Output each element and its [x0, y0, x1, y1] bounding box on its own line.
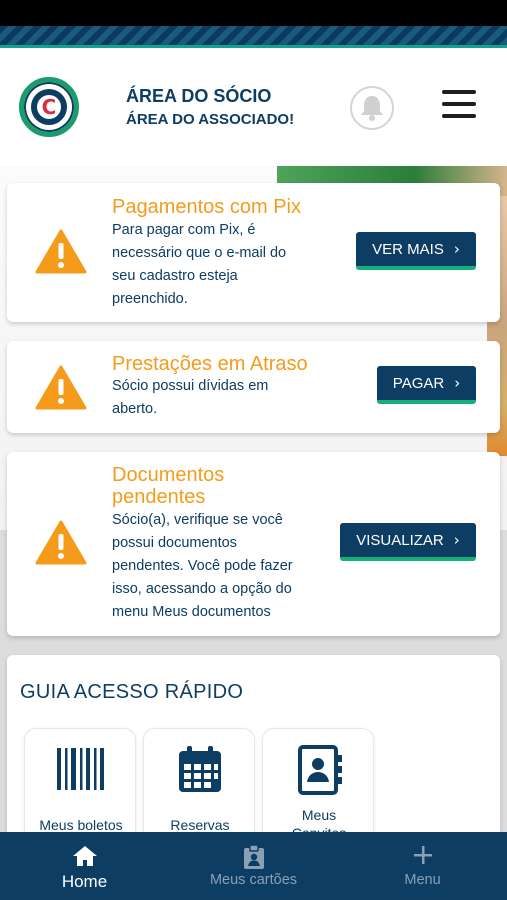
page-subtitle: ÁREA DO ASSOCIADO! — [126, 111, 295, 128]
warning-icon — [35, 229, 87, 274]
barcode-icon — [57, 748, 104, 790]
bottom-navigation: Home Meus cartões Menu — [0, 832, 507, 900]
alert-title: Pagamentos com Pix — [112, 196, 301, 218]
page-title: ÁREA DO SÓCIO — [126, 86, 272, 106]
nav-menu[interactable]: Menu — [338, 832, 507, 900]
alert-card-documents: Documentos pendentes Sócio(a), verifique… — [7, 452, 500, 636]
calendar-icon — [179, 746, 221, 792]
alert-text: Para pagar com Pix, é necessário que o e… — [112, 222, 287, 307]
hamburger-menu-icon[interactable] — [442, 90, 476, 122]
alert-title: Documentos pendentes — [112, 464, 225, 508]
nav-label: Home — [61, 872, 108, 891]
pagar-button[interactable]: PAGAR › — [377, 366, 476, 404]
club-logo-icon: C — [19, 77, 79, 137]
nav-label: Meus cartões — [209, 872, 298, 888]
alert-card-pix: Pagamentos com Pix Para pagar com Pix, é… — [7, 183, 500, 322]
app-header: C ÁREA DO SÓCIO ÁREA DO ASSOCIADO! — [0, 48, 507, 166]
nav-label: Menu — [404, 872, 441, 888]
home-icon — [72, 846, 97, 866]
chevron-right-icon: › — [454, 374, 461, 392]
notifications-button[interactable] — [350, 86, 394, 130]
nav-home[interactable]: Home — [0, 832, 169, 900]
nav-meus-cartoes[interactable]: Meus cartões — [169, 832, 338, 900]
id-badge-icon — [243, 844, 264, 869]
warning-icon — [35, 520, 87, 565]
top-stripe — [0, 26, 507, 48]
chevron-right-icon: › — [453, 240, 460, 258]
quick-access-guide: GUIA ACESSO RÁPIDO Meus boletos Reservas — [7, 655, 500, 868]
ver-mais-button[interactable]: VER MAIS › — [356, 232, 476, 270]
plus-icon — [413, 846, 432, 864]
alert-text: Sócio possui dívidas em aberto. — [112, 378, 269, 417]
section-title: GUIA ACESSO RÁPIDO — [20, 681, 244, 703]
alert-card-overdue: Prestações em Atraso Sócio possui dívida… — [7, 341, 500, 433]
warning-icon — [35, 365, 87, 410]
visualizar-button[interactable]: VISUALIZAR › — [340, 523, 476, 561]
alert-title: Prestações em Atraso — [112, 353, 308, 375]
bell-icon — [361, 96, 383, 121]
alert-text: Sócio(a), verifique se você possui docum… — [112, 512, 293, 620]
status-bar — [0, 0, 507, 26]
contact-book-icon — [298, 745, 342, 795]
chevron-right-icon: › — [453, 531, 460, 549]
